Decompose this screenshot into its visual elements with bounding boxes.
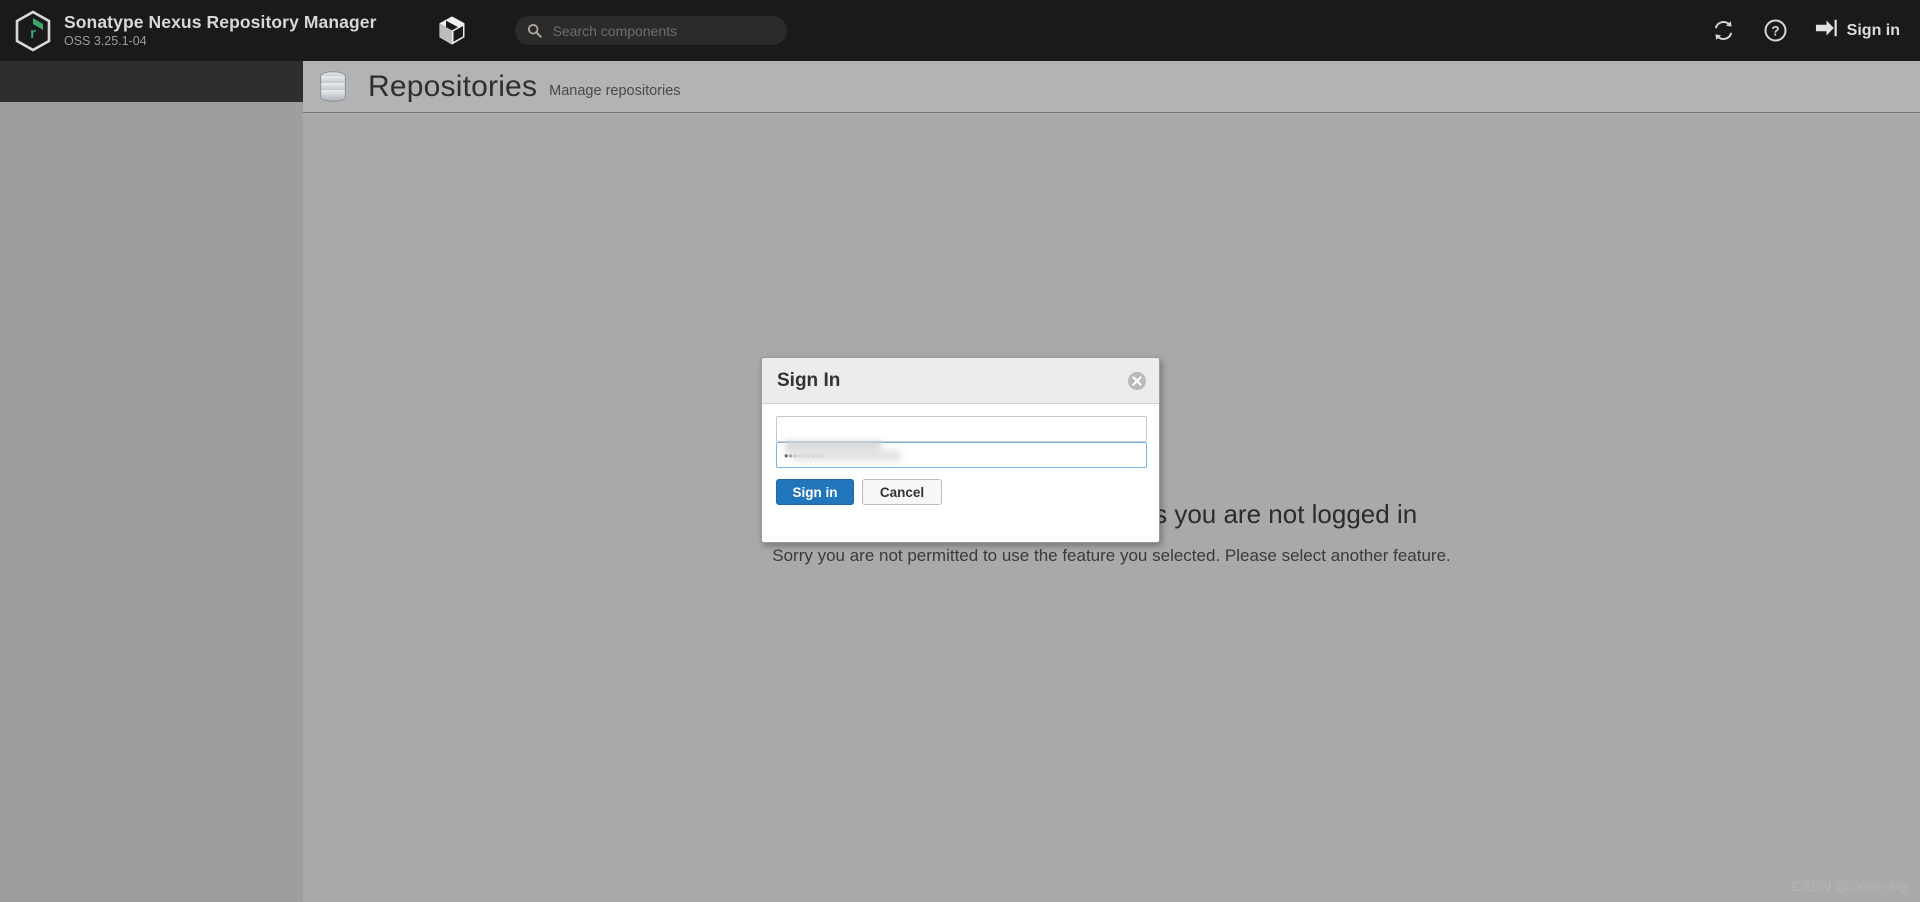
refresh-icon[interactable] (1711, 18, 1737, 44)
database-icon (318, 70, 348, 104)
sign-in-dialog: Sign In Sign in Cancel (761, 357, 1160, 543)
sign-in-arrow-icon (1815, 18, 1838, 43)
browse-cube-icon[interactable] (435, 14, 469, 48)
brand-text: Sonatype Nexus Repository Manager OSS 3.… (64, 11, 377, 49)
header-actions: ? Sign in (1711, 18, 1900, 44)
sign-in-label: Sign in (1846, 21, 1900, 39)
brand-title: Sonatype Nexus Repository Manager (64, 11, 377, 32)
top-header-bar: r Sonatype Nexus Repository Manager OSS … (0, 0, 1920, 61)
brand-version: OSS 3.25.1-04 (64, 34, 147, 49)
password-input[interactable] (776, 442, 1147, 468)
search-icon (527, 23, 542, 38)
search-input[interactable] (550, 21, 775, 40)
sign-in-button[interactable]: Sign in (1815, 18, 1900, 43)
help-circle-icon[interactable]: ? (1763, 18, 1789, 44)
svg-text:?: ? (1772, 24, 1780, 39)
sidebar-panel (0, 102, 303, 902)
dialog-actions: Sign in Cancel (776, 479, 1145, 505)
sidebar-header-strip (0, 61, 303, 102)
svg-text:r: r (30, 25, 36, 42)
search-box[interactable] (514, 16, 787, 45)
app-root: r Sonatype Nexus Repository Manager OSS … (0, 0, 1920, 902)
dialog-body: Sign in Cancel (762, 404, 1159, 505)
close-circle-icon[interactable] (1127, 371, 1147, 391)
nexus-hex-logo-icon: r (14, 10, 52, 52)
csdn-watermark: CSDN @Smile-ing CSDN @淡墨y-e板 (1789, 876, 1908, 894)
page-title: Repositories (368, 69, 538, 103)
page-header: Repositories Manage repositories (303, 61, 1920, 113)
username-input[interactable] (776, 416, 1147, 442)
dialog-title: Sign In (777, 369, 841, 391)
permission-message-detail: Sorry you are not permitted to use the f… (772, 546, 1451, 566)
page-subtitle: Manage repositories (549, 83, 681, 99)
dialog-sign-in-button[interactable]: Sign in (776, 479, 854, 505)
dialog-header: Sign In (762, 358, 1159, 404)
brand-block[interactable]: r Sonatype Nexus Repository Manager OSS … (14, 10, 377, 52)
watermark-text-overlay: CSDN @淡墨y-e板 (1788, 876, 1908, 892)
dialog-cancel-button[interactable]: Cancel (862, 479, 942, 505)
